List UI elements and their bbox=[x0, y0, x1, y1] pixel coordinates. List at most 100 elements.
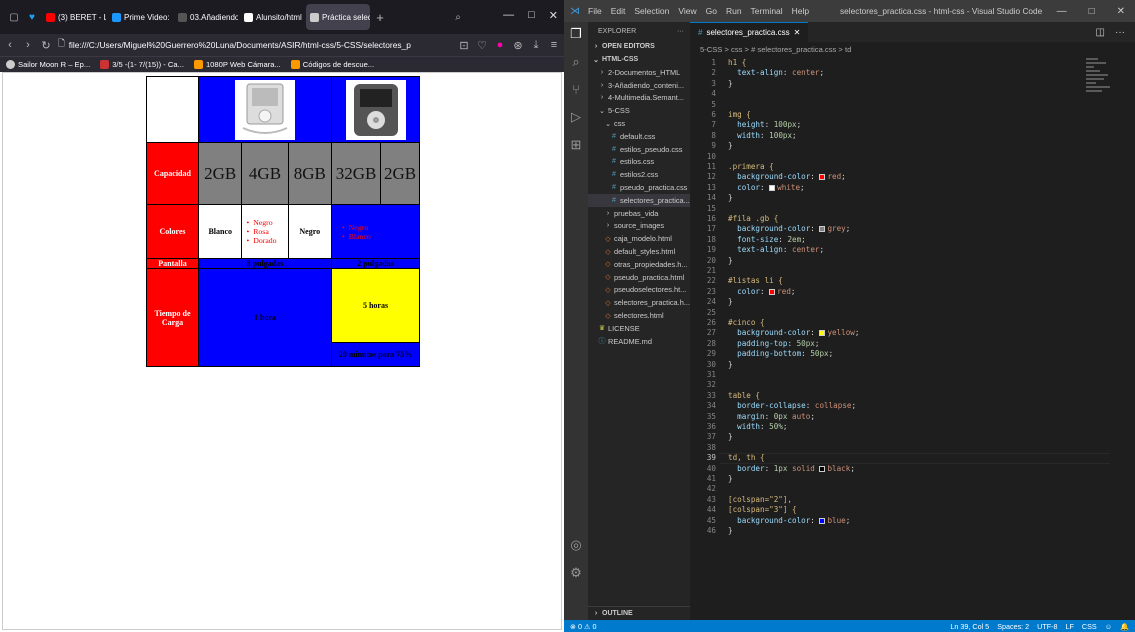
menu-item-go[interactable]: Go bbox=[706, 6, 717, 16]
new-tab-button[interactable]: + bbox=[372, 10, 388, 25]
tree-item[interactable]: › 4-Multimedia.Semant... bbox=[588, 92, 690, 105]
status-item[interactable]: Ln 39, Col 5 bbox=[950, 622, 989, 631]
browser-tab[interactable]: Alunsito/html✕ bbox=[240, 4, 304, 30]
tree-item[interactable]: › 2-Documentos_HTML bbox=[588, 66, 690, 79]
tree-item[interactable]: ⌄ 5-CSS bbox=[588, 104, 690, 117]
menu-item-terminal[interactable]: Terminal bbox=[751, 6, 783, 16]
editor-tab-active[interactable]: # selectores_practica.css ✕ bbox=[690, 22, 809, 42]
pocket-icon[interactable]: ⊛ bbox=[512, 39, 524, 52]
minimize-button[interactable]: — bbox=[1057, 6, 1067, 17]
maximize-button[interactable]: □ bbox=[1089, 6, 1095, 17]
source-control-icon[interactable]: ⑂ bbox=[572, 82, 580, 97]
code-line: font-size: 2em; bbox=[728, 235, 806, 245]
tree-item[interactable]: # pseudo_practica.css bbox=[588, 181, 690, 194]
bookmark-item[interactable]: 3/5 -(1- 7/(15)) - Ca... bbox=[100, 60, 184, 69]
code-line: } bbox=[728, 474, 733, 484]
maximize-button[interactable]: □ bbox=[528, 9, 535, 22]
menu-item-view[interactable]: View bbox=[678, 6, 696, 16]
tree-item[interactable]: # default.css bbox=[588, 130, 690, 143]
tree-item[interactable]: › 3-Añadiendo_conteni... bbox=[588, 79, 690, 92]
color-list: NegroBlanco bbox=[332, 223, 419, 241]
code-token: ; bbox=[854, 328, 860, 338]
minimize-button[interactable]: — bbox=[503, 9, 514, 22]
outline-section[interactable]: › OUTLINE bbox=[588, 606, 690, 620]
vscode-logo-icon: ⋊ bbox=[570, 5, 580, 17]
split-editor-icon[interactable]: ◫ bbox=[1096, 27, 1105, 38]
run-debug-icon[interactable]: ▷ bbox=[571, 109, 581, 125]
project-section[interactable]: ⌄ HTML-CSS bbox=[588, 53, 690, 66]
menu-item-selection[interactable]: Selection bbox=[634, 6, 669, 16]
menu-item-run[interactable]: Run bbox=[726, 6, 742, 16]
close-tab-icon[interactable]: ✕ bbox=[794, 28, 801, 37]
more-actions-icon[interactable]: ··· bbox=[1115, 27, 1125, 38]
url-bar[interactable]: 🗋 file:///C:/Users/Miguel%20Guerrero%20L… bbox=[58, 38, 452, 52]
twitter-icon[interactable]: ♥ bbox=[24, 12, 40, 23]
tree-item[interactable]: # estilos.css bbox=[588, 156, 690, 169]
tree-item[interactable]: ⓘ README.md bbox=[588, 335, 690, 348]
tree-item[interactable]: ⌄ css bbox=[588, 117, 690, 130]
bookmark-item[interactable]: 1080P Web Cámara... bbox=[193, 60, 281, 69]
open-editors-section[interactable]: › OPEN EDITORS bbox=[588, 40, 690, 53]
tree-item-label: selectores_practica.h... bbox=[614, 298, 690, 308]
browser-tab[interactable]: 03.Añadiendo✕ bbox=[174, 4, 238, 30]
tree-item[interactable]: › pruebas_vida bbox=[588, 207, 690, 220]
close-button[interactable]: ✕ bbox=[1117, 6, 1125, 17]
status-item[interactable]: UTF-8 bbox=[1037, 622, 1057, 631]
download-icon[interactable]: ⤓ bbox=[530, 39, 542, 52]
settings-gear-icon[interactable]: ⚙ bbox=[570, 565, 582, 581]
minimap[interactable] bbox=[1086, 56, 1118, 156]
menu-item-help[interactable]: Help bbox=[792, 6, 809, 16]
tree-item-label: default_styles.html bbox=[614, 247, 676, 257]
tree-item[interactable]: › source_images bbox=[588, 220, 690, 233]
tree-item[interactable]: ◇ pseudoselectores.ht... bbox=[588, 284, 690, 297]
bookmark-item[interactable]: Sailor Moon R – Ep... bbox=[6, 60, 90, 69]
search-icon[interactable]: ⌕ bbox=[450, 12, 466, 23]
tree-item[interactable]: ◇ otras_propiedades.h... bbox=[588, 258, 690, 271]
browser-tab[interactable]: Prime Video:✕ bbox=[108, 4, 172, 30]
code-token: margin bbox=[728, 411, 765, 421]
breadcrumb[interactable]: 5-CSS > css > # selectores_practica.css … bbox=[690, 42, 1135, 56]
status-item[interactable]: CSS bbox=[1082, 622, 1097, 631]
chevron-icon: ⌄ bbox=[599, 107, 605, 115]
bookmark-star-icon[interactable]: ♡ bbox=[476, 39, 488, 52]
tree-item[interactable]: ◇ pseudo_practica.html bbox=[588, 271, 690, 284]
status-item[interactable]: LF bbox=[1066, 622, 1074, 631]
problems-indicator[interactable]: ⊗ 0 ⚠ 0 bbox=[570, 622, 596, 631]
tree-item[interactable]: # selectores_practica... bbox=[588, 193, 690, 207]
tree-item[interactable]: ◇ default_styles.html bbox=[588, 245, 690, 258]
tree-item-label: 4-Multimedia.Semant... bbox=[608, 93, 684, 103]
tree-item[interactable]: ◇ selectores.html bbox=[588, 309, 690, 322]
back-icon[interactable]: ‹ bbox=[4, 39, 16, 51]
explorer-icon[interactable]: ❐ bbox=[570, 26, 582, 42]
search-icon[interactable]: ⌕ bbox=[572, 54, 579, 70]
bookmark-item[interactable]: Códigos de descue... bbox=[290, 60, 374, 69]
menu-item-file[interactable]: File bbox=[588, 6, 602, 16]
status-item[interactable]: Spaces: 2 bbox=[997, 622, 1029, 631]
browser-tab[interactable]: Práctica selec✕ bbox=[306, 4, 370, 30]
favicon-icon bbox=[244, 12, 253, 22]
menu-item-edit[interactable]: Edit bbox=[611, 6, 626, 16]
tree-item[interactable]: ◇ caja_modelo.html bbox=[588, 232, 690, 245]
close-button[interactable]: ✕ bbox=[549, 9, 558, 22]
extension-icon[interactable]: ● bbox=[494, 39, 506, 51]
tree-item[interactable]: # estilos2.css bbox=[588, 168, 690, 181]
chevron-icon: › bbox=[606, 222, 610, 230]
line-number: 38 bbox=[706, 442, 716, 452]
reload-icon[interactable]: ↻ bbox=[40, 39, 52, 52]
tree-item[interactable]: # estilos_pseudo.css bbox=[588, 143, 690, 156]
tree-item-label: selectores.html bbox=[614, 311, 664, 321]
tree-item[interactable]: ♛ LICENSE bbox=[588, 322, 690, 335]
forward-icon[interactable]: › bbox=[22, 39, 34, 51]
tree-item[interactable]: ◇ selectores_practica.h... bbox=[588, 296, 690, 309]
menu-icon[interactable]: ≡ bbox=[548, 39, 560, 51]
browser-tab[interactable]: (3) BERET - LI✕ bbox=[42, 4, 106, 30]
extensions-icon[interactable]: ⊞ bbox=[571, 137, 582, 153]
line-number: 16 bbox=[706, 214, 716, 223]
code-token: ; bbox=[841, 172, 846, 182]
more-actions-icon[interactable]: ··· bbox=[677, 28, 684, 35]
screenshot-icon[interactable]: ⊡ bbox=[458, 39, 470, 52]
tab-list-icon[interactable]: ▢ bbox=[6, 12, 22, 23]
feedback-icon[interactable]: ☺ bbox=[1105, 622, 1112, 631]
notifications-icon[interactable]: 🔔 bbox=[1120, 622, 1129, 631]
account-icon[interactable]: ◎ bbox=[570, 537, 581, 553]
